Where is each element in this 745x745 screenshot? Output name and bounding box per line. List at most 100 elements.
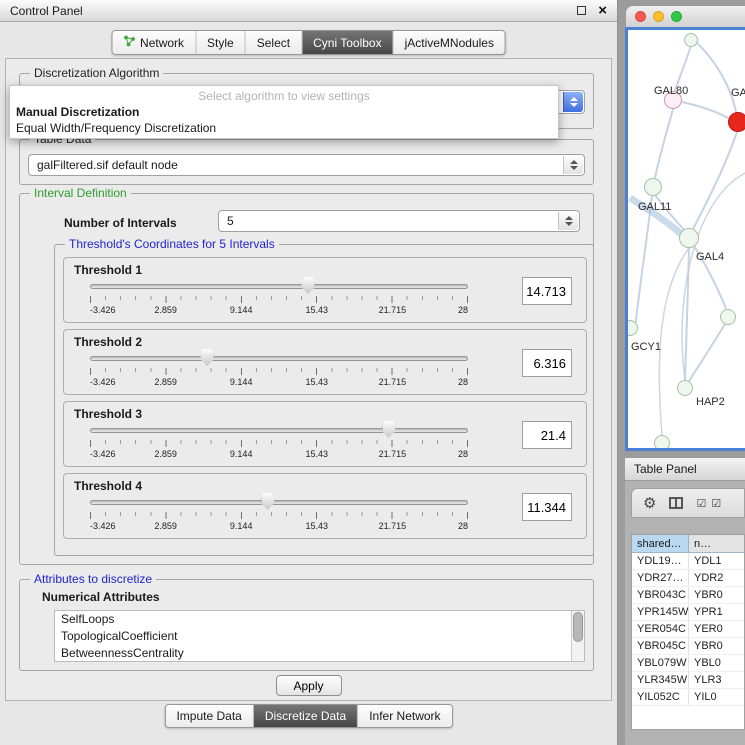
table-cell[interactable]: YLR345W [632, 672, 689, 688]
threshold-4-value-input[interactable] [522, 493, 572, 521]
table-row[interactable]: YER054CYER0 [632, 621, 744, 638]
table-cell[interactable]: YBR045C [632, 638, 689, 654]
table-cell[interactable]: YER054C [632, 621, 689, 637]
tab-label: Network [140, 36, 184, 50]
slider-scale: -3.426 2.859 9.144 15.43 21.715 28 [90, 449, 468, 460]
cyni-toolbox-panel: Discretization Algorithm Select algorith… [5, 58, 612, 701]
tab-network[interactable]: Network [112, 31, 196, 54]
table-cell[interactable]: YIL0 [689, 689, 744, 705]
tab-style[interactable]: Style [196, 31, 246, 54]
close-traffic-light-icon[interactable] [635, 11, 646, 22]
network-node[interactable] [728, 112, 745, 132]
network-node[interactable] [684, 33, 698, 47]
number-of-intervals-select[interactable]: 5 [218, 210, 580, 232]
table-row[interactable]: YDL19…YDL1 [632, 553, 744, 570]
slider-thumb[interactable] [201, 349, 214, 366]
network-node[interactable] [654, 435, 670, 451]
table-row[interactable]: YDR27…YDR2 [632, 570, 744, 587]
popup-item-manual-discretization[interactable]: Manual Discretization [10, 104, 558, 120]
slider-track[interactable] [90, 284, 468, 289]
slider-major-ticks [90, 296, 468, 303]
threshold-1-label: Threshold 1 [74, 263, 142, 277]
column-header-name[interactable]: n… [689, 535, 744, 552]
column-header-shared-name[interactable]: shared… [632, 535, 689, 552]
slider-track[interactable] [90, 428, 468, 433]
table-cell[interactable]: YBR0 [689, 638, 744, 654]
list-item[interactable]: TopologicalCoefficient [55, 628, 584, 645]
threshold-4-slider[interactable]: -3.426 2.859 9.144 15.43 21.715 28 [90, 492, 468, 538]
numerical-attributes-label: Numerical Attributes [42, 590, 160, 604]
table-cell[interactable]: YBR0 [689, 587, 744, 603]
table-cell[interactable]: YIL052C [632, 689, 689, 705]
popup-item-equal-width-frequency[interactable]: Equal Width/Frequency Discretization [10, 120, 558, 136]
table-row[interactable]: YPR145WYPR1 [632, 604, 744, 621]
tab-infer-network[interactable]: Infer Network [358, 705, 451, 727]
threshold-1-group: Threshold 1 -3.426 2.859 9.144 15.43 [63, 257, 587, 323]
threshold-2-label: Threshold 2 [74, 335, 142, 349]
table-data-select[interactable]: galFiltered.sif default node [28, 154, 585, 176]
table-row[interactable]: YBR043CYBR0 [632, 587, 744, 604]
network-node[interactable] [720, 309, 736, 325]
apply-button[interactable]: Apply [276, 675, 342, 696]
table-cell[interactable]: YPR145W [632, 604, 689, 620]
scale-label: 2.859 [154, 305, 177, 315]
table-cell[interactable]: YBL079W [632, 655, 689, 671]
zoom-traffic-light-icon[interactable] [671, 11, 682, 22]
combo-stepper-icon[interactable] [563, 156, 583, 174]
tab-select[interactable]: Select [246, 31, 302, 54]
combo-stepper-icon[interactable] [563, 92, 583, 112]
tab-label: Discretize Data [265, 709, 346, 723]
columns-icon[interactable] [669, 497, 683, 509]
table-cell[interactable]: YDR2 [689, 570, 744, 586]
threshold-2-slider[interactable]: -3.426 2.859 9.144 15.43 21.715 28 [90, 348, 468, 394]
slider-thumb[interactable] [382, 421, 395, 438]
scale-label: 28 [458, 305, 468, 315]
tab-impute-data[interactable]: Impute Data [165, 705, 253, 727]
close-icon[interactable]: × [598, 3, 607, 18]
threshold-3-value-input[interactable] [522, 421, 572, 449]
table-cell[interactable]: YPR1 [689, 604, 744, 620]
table-cell[interactable]: YDR27… [632, 570, 689, 586]
threshold-2-group: Threshold 2 -3.426 2.859 9.144 15.43 [63, 329, 587, 395]
table-row[interactable]: YBL079WYBL0 [632, 655, 744, 672]
scale-label: 28 [458, 377, 468, 387]
table-row[interactable]: YBR045CYBR0 [632, 638, 744, 655]
minimize-traffic-light-icon[interactable] [653, 11, 664, 22]
threshold-1-slider[interactable]: -3.426 2.859 9.144 15.43 21.715 28 [90, 276, 468, 322]
popup-item-placeholder[interactable]: Select algorithm to view settings [10, 88, 558, 104]
network-node[interactable] [677, 380, 693, 396]
float-window-icon[interactable] [577, 6, 586, 15]
threshold-1-value-input[interactable] [522, 277, 572, 305]
list-item[interactable]: BetweennessCentrality [55, 645, 584, 662]
scale-label: -3.426 [90, 521, 116, 531]
list-scrollbar[interactable] [571, 611, 584, 661]
table-cell[interactable]: YDL19… [632, 553, 689, 569]
combo-stepper-icon[interactable] [558, 212, 578, 230]
table-cell[interactable]: YBR043C [632, 587, 689, 603]
network-window-titlebar[interactable] [625, 5, 745, 27]
slider-thumb[interactable] [261, 493, 274, 510]
slider-track[interactable] [90, 500, 468, 505]
network-canvas[interactable]: GAL80GAGAL11GAL4GCY1HAP2 [628, 30, 745, 448]
gear-icon[interactable]: ⚙ [643, 496, 656, 511]
list-item[interactable]: SelfLoops [55, 611, 584, 628]
select-columns-checkbox-icons[interactable]: ☑ ☑ [696, 497, 722, 510]
table-cell[interactable]: YDL1 [689, 553, 744, 569]
tab-cyni-toolbox[interactable]: Cyni Toolbox [302, 31, 393, 54]
scrollbar-thumb[interactable] [573, 612, 583, 642]
table-cell[interactable]: YLR3 [689, 672, 744, 688]
network-node[interactable] [679, 228, 699, 248]
table-row[interactable]: YLR345WYLR3 [632, 672, 744, 689]
scale-label: 21.715 [379, 377, 407, 387]
slider-track[interactable] [90, 356, 468, 361]
table-row[interactable]: YIL052CYIL0 [632, 689, 744, 706]
tab-discretize-data[interactable]: Discretize Data [254, 705, 358, 727]
table-cell[interactable]: YBL0 [689, 655, 744, 671]
threshold-3-slider[interactable]: -3.426 2.859 9.144 15.43 21.715 28 [90, 420, 468, 466]
threshold-2-value-input[interactable] [522, 349, 572, 377]
slider-thumb[interactable] [302, 277, 315, 294]
network-node[interactable] [644, 178, 662, 196]
numerical-attributes-list[interactable]: SelfLoops TopologicalCoefficient Between… [54, 610, 585, 662]
tab-jactivemnodules[interactable]: jActiveMNodules [394, 31, 505, 54]
table-cell[interactable]: YER0 [689, 621, 744, 637]
